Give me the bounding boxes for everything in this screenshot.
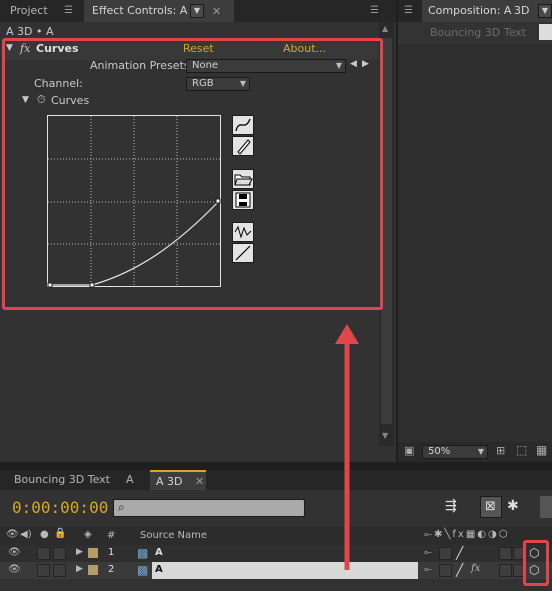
tab-effect-controls[interactable]: Effect Controls: A ▼ ✕: [84, 0, 234, 22]
quality-switch-icon[interactable]: ╱: [456, 563, 463, 577]
visibility-eye-icon[interactable]: 👁: [8, 547, 21, 558]
zoom-value: 50%: [428, 446, 451, 457]
scroll-up-icon[interactable]: ▲: [382, 24, 388, 33]
right-tabbar: ☰ Composition: A 3D ▼: [398, 0, 552, 22]
panel-menu-icon[interactable]: ☰: [404, 5, 413, 16]
label-column-icon: ◈: [84, 529, 92, 540]
close-icon[interactable]: ✕: [212, 6, 221, 17]
fx-switch-icon[interactable]: fx: [471, 563, 480, 574]
tab-timeline-a3d[interactable]: A 3D ✕: [150, 470, 206, 490]
chevron-down-icon[interactable]: ▼: [538, 4, 552, 18]
eye-column-icon: 👁: [6, 529, 19, 540]
tab-composition[interactable]: Composition: A 3D ▼: [422, 0, 552, 22]
chevron-down-icon: ▼: [477, 447, 484, 456]
column-source-name[interactable]: Source Name: [140, 530, 207, 541]
close-icon[interactable]: ✕: [195, 476, 204, 487]
shy-switch-icon[interactable]: ⟜: [424, 564, 432, 575]
annotation-3d-switch-highlight: [523, 540, 549, 586]
audio-toggle[interactable]: [37, 564, 50, 577]
layer-row[interactable]: 👁 ▶ 1 ▩ A ⟜ ╱ ⬡: [0, 545, 552, 562]
draft-3d-button[interactable]: ⊠: [480, 496, 502, 518]
left-tabbar: Project ☰ Effect Controls: A ▼ ✕ ☰: [0, 0, 396, 22]
panel-menu-icon[interactable]: ☰: [370, 5, 379, 16]
annotation-arrow: [335, 324, 359, 570]
region-icon[interactable]: ⬚: [516, 443, 527, 457]
transparency-icon[interactable]: ▦: [536, 443, 547, 457]
composition-arrow-button[interactable]: [539, 24, 552, 40]
panel-menu-icon[interactable]: ☰: [64, 5, 73, 16]
tab-timeline-a[interactable]: A: [120, 470, 140, 490]
snapshot-icon[interactable]: ▣: [404, 444, 414, 457]
expand-triangle-icon[interactable]: ▶: [76, 564, 83, 574]
draft-3d-icon: ⊠: [485, 499, 496, 514]
column-number: #: [107, 530, 116, 541]
scroll-down-icon[interactable]: ▼: [382, 431, 388, 440]
quality-switch-icon[interactable]: ╱: [456, 546, 463, 560]
layer-name-highlight: [152, 562, 418, 579]
zoom-select[interactable]: 50% ▼: [422, 445, 488, 459]
shy-switch-icon[interactable]: ⟜: [424, 547, 432, 558]
layer-number: 1: [108, 547, 115, 558]
tab-timeline-bouncing[interactable]: Bouncing 3D Text: [8, 470, 116, 490]
shy-icon[interactable]: ✱: [507, 498, 519, 514]
tab-composition-suffix: 3D: [514, 4, 530, 17]
composition-viewer: [398, 44, 552, 442]
comp-icon: ▩: [137, 546, 149, 560]
tab-project[interactable]: Project: [4, 0, 54, 22]
composition-panel: Bouncing 3D Text ▣ 50% ▼ ⊞ ⬚ ▦: [398, 22, 552, 462]
layer-name[interactable]: A: [155, 547, 163, 558]
tab-composition-label: Composition: A: [428, 4, 512, 17]
solo-column-icon: ●: [40, 529, 49, 540]
lock-toggle[interactable]: [53, 547, 66, 560]
audio-column-icon: ◀): [20, 529, 32, 540]
effect-switch[interactable]: [499, 564, 512, 577]
comp-icon: ▩: [137, 563, 149, 577]
timeline-panel: 0:00:00:00 ⌕ ⇶ ⊠ ✱ 👁 ◀) ● 🔒 ◈ # Source N…: [0, 490, 552, 591]
composition-flowchart-icon[interactable]: ⇶: [445, 498, 457, 514]
audio-toggle[interactable]: [37, 547, 50, 560]
composition-footer: ▣ 50% ▼ ⊞ ⬚ ▦: [398, 442, 552, 462]
timeline-tabbar: Bouncing 3D Text A A 3D ✕: [0, 470, 552, 490]
composition-breadcrumb[interactable]: Bouncing 3D Text: [430, 26, 526, 39]
annotation-curves-highlight: [2, 38, 383, 310]
lock-toggle[interactable]: [53, 564, 66, 577]
motion-blur-button[interactable]: [540, 496, 552, 518]
lock-column-icon: 🔒: [54, 528, 67, 539]
layer-row[interactable]: 👁 ▶ 2 ▩ A ⟜ ╱ fx ⬡: [0, 562, 552, 579]
breadcrumb: A 3D • A: [6, 25, 54, 38]
expand-triangle-icon[interactable]: ▶: [76, 547, 83, 557]
collapse-switch[interactable]: [439, 564, 452, 577]
tab-label: A: [126, 473, 134, 486]
label-color-swatch[interactable]: [88, 548, 98, 558]
layer-name[interactable]: A: [155, 564, 163, 575]
search-icon: ⌕: [118, 500, 125, 514]
tab-label: Bouncing 3D Text: [14, 473, 110, 486]
chevron-down-icon[interactable]: ▼: [190, 4, 204, 18]
tab-effect-controls-label: Effect Controls: A: [92, 4, 188, 17]
timecode[interactable]: 0:00:00:00: [12, 498, 108, 517]
tab-label: A 3D: [156, 475, 183, 488]
grid-icon[interactable]: ⊞: [496, 444, 505, 457]
switches-header-icons: ⟜✱╲fx▦◐◑⬡: [424, 529, 510, 540]
search-input[interactable]: ⌕: [113, 499, 305, 517]
effect-switch[interactable]: [499, 547, 512, 560]
visibility-eye-icon[interactable]: 👁: [8, 564, 21, 575]
collapse-switch[interactable]: [439, 547, 452, 560]
label-color-swatch[interactable]: [88, 565, 98, 575]
layer-number: 2: [108, 564, 115, 575]
